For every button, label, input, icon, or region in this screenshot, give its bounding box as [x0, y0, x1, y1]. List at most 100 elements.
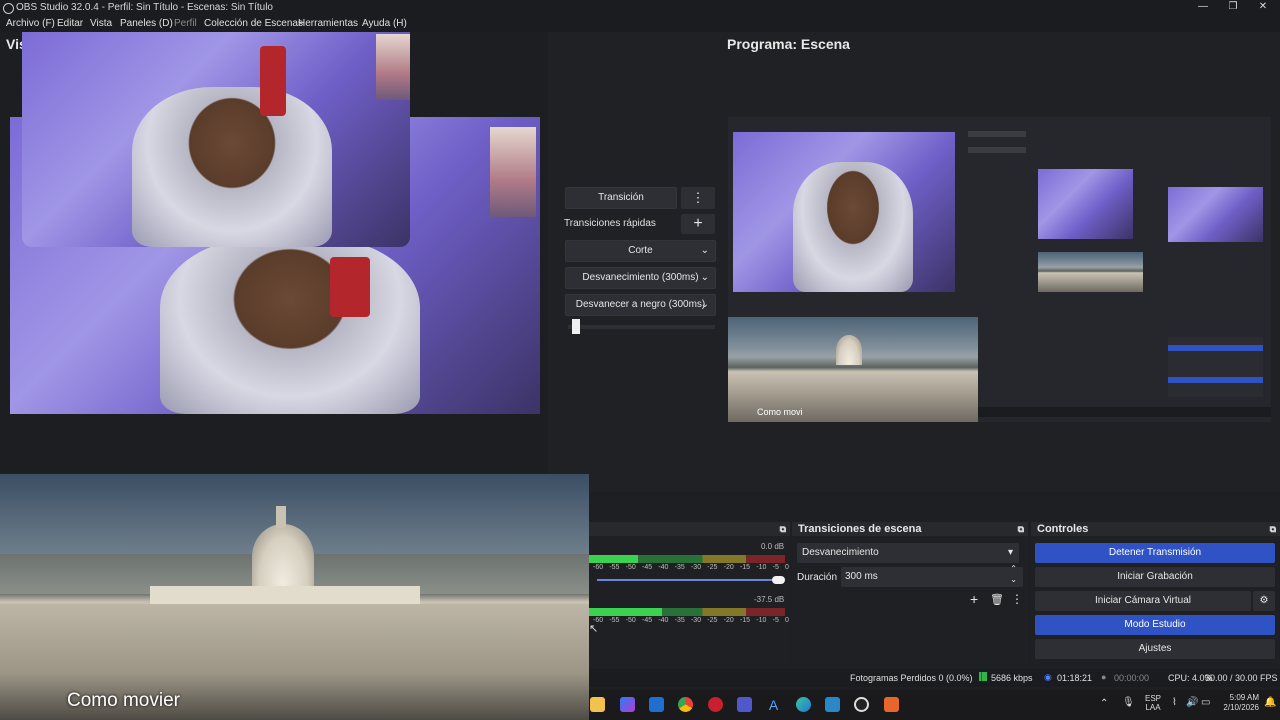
- program-pane[interactable]: Programa: Escena Como movi: [723, 32, 1280, 492]
- transition-button[interactable]: Transición: [565, 187, 677, 209]
- quick-transitions-label: Transiciones rápidas: [564, 218, 656, 229]
- wall-poster: [376, 34, 410, 100]
- minimize-button[interactable]: —: [1188, 0, 1218, 16]
- language-indicator[interactable]: ESP LAA: [1145, 694, 1161, 712]
- network-strength-icon: [979, 672, 987, 681]
- palace-dome: [252, 524, 314, 590]
- spin-down-icon[interactable]: ⌄: [1010, 574, 1017, 586]
- obs-taskbar-icon[interactable]: [854, 697, 869, 712]
- phone-object: [260, 46, 286, 116]
- menu-archivo[interactable]: Archivo (F): [6, 18, 55, 29]
- undock-icon[interactable]: ⧉: [1270, 522, 1276, 536]
- nested-palace-video: Como movi: [728, 317, 978, 422]
- wifi-icon[interactable]: ⌇: [1172, 697, 1177, 708]
- duration-input[interactable]: 300 ms ⌃ ⌄: [841, 564, 1023, 587]
- app-orange-icon[interactable]: [884, 697, 899, 712]
- menu-herramientas[interactable]: Herramientas: [298, 18, 358, 29]
- edge-icon[interactable]: [796, 697, 811, 712]
- settings-button[interactable]: Ajustes: [1035, 639, 1275, 659]
- palace-lantern: [276, 506, 286, 528]
- audio-track-1-level: [589, 555, 638, 563]
- streaming-icon: ◉: [1044, 672, 1052, 682]
- menu-bar: Archivo (F) Editar Vista Paneles (D) Per…: [0, 16, 1280, 32]
- studio-mode-button[interactable]: Modo Estudio: [1035, 615, 1275, 635]
- transition-panel: Transición ⋮ Transiciones rápidas + Cort…: [548, 32, 723, 492]
- nested-ui-bar: [968, 131, 1026, 137]
- quick-transition-fade[interactable]: Desvanecimiento (300ms) ⌄: [565, 267, 716, 289]
- maximize-button[interactable]: ❐: [1218, 0, 1248, 16]
- title-bar: OBS Studio 32.0.4 - Perfil: Sin Título -…: [0, 0, 1280, 16]
- teams-icon[interactable]: [737, 697, 752, 712]
- remote-desktop-icon[interactable]: [825, 697, 840, 712]
- program-title: Programa: Escena: [727, 36, 850, 52]
- undock-icon[interactable]: ⧉: [780, 522, 786, 536]
- audio-track-2-ticks: -60 -55 -50 -45 -40 -35 -30 -25 -20 -15 -10 -5 0: [593, 617, 789, 624]
- program-screen-capture: Como movi: [728, 117, 1271, 422]
- menu-paneles[interactable]: Paneles (D): [120, 18, 173, 29]
- more-options-icon[interactable]: ⋮: [1011, 592, 1023, 606]
- chevron-down-icon: ⌄: [700, 299, 709, 310]
- microphone-icon[interactable]: 🎙: [1122, 697, 1135, 708]
- transition-type-select[interactable]: Desvanecimiento ▾: [797, 543, 1019, 563]
- audio-track-1-volume-handle[interactable]: [772, 576, 785, 584]
- menu-vista[interactable]: Vista: [90, 18, 112, 29]
- camera-source-small[interactable]: [22, 32, 410, 247]
- trash-icon[interactable]: 🗑: [990, 593, 1004, 606]
- fps-display: 30.00 / 30.00 FPS: [1205, 673, 1278, 683]
- bitrate: 5686 kbps: [991, 673, 1033, 683]
- phone-object: [330, 257, 370, 317]
- menu-editar[interactable]: Editar: [57, 18, 83, 29]
- file-explorer-icon[interactable]: [590, 697, 605, 712]
- undock-icon[interactable]: ⧉: [1018, 522, 1024, 536]
- audio-track-1-volume-slider[interactable]: [597, 579, 783, 581]
- outlook-icon[interactable]: [649, 697, 664, 712]
- chevron-down-icon: ⌄: [700, 245, 709, 256]
- start-recording-button[interactable]: Iniciar Grabación: [1035, 567, 1275, 587]
- quick-transition-corte[interactable]: Corte ⌄: [565, 240, 716, 262]
- nested-program-preview-2: [1168, 187, 1263, 242]
- copilot-icon[interactable]: [620, 697, 635, 712]
- clock[interactable]: 5:09 AM 2/10/2026: [1221, 693, 1259, 713]
- quick-transition-fade-black[interactable]: Desvanecer a negro (300ms) ⌄: [565, 294, 716, 316]
- volume-icon[interactable]: 🔊: [1186, 697, 1198, 708]
- close-button[interactable]: ✕: [1248, 0, 1278, 16]
- menu-perfil[interactable]: Perfil: [174, 18, 197, 29]
- battery-icon[interactable]: ▭: [1201, 697, 1210, 708]
- nested-program-palace: [1038, 252, 1143, 292]
- stop-streaming-button[interactable]: Detener Transmisión: [1035, 543, 1275, 563]
- transition-menu-icon[interactable]: ⋮: [681, 187, 715, 209]
- controls-dock: Controles ⧉ Detener Transmisión Iniciar …: [1031, 522, 1280, 668]
- scene-transitions-header: Transiciones de escena ⧉: [792, 522, 1028, 536]
- notifications-icon[interactable]: 🔔: [1264, 697, 1276, 708]
- chevron-down-icon: ⌄: [700, 272, 709, 283]
- nested-program-preview: [1038, 169, 1133, 239]
- start-virtual-camera-button[interactable]: Iniciar Cámara Virtual: [1035, 591, 1251, 611]
- recording-icon: ●: [1101, 672, 1107, 682]
- video-caption: Como movier: [67, 690, 180, 711]
- nested-taskbar: [978, 407, 1271, 417]
- menu-ayuda[interactable]: Ayuda (H): [362, 18, 407, 29]
- nested-caption: Como movi: [757, 407, 803, 417]
- nested-ui-bar: [968, 147, 1026, 153]
- add-transition-icon[interactable]: +: [970, 591, 978, 607]
- person-figure: [793, 162, 913, 292]
- stream-time: 01:18:21: [1057, 673, 1093, 683]
- status-bar: Fotogramas Perdidos 0 (0.0%) 5686 kbps ◉…: [589, 669, 1280, 687]
- audio-mixer-dock: ⧉ 0.0 dB -60 -55 -50 -45 -40 -35 -30 -25 -20 -15-…: [589, 522, 790, 668]
- app-a-icon[interactable]: A: [766, 697, 781, 713]
- duration-label: Duración: [797, 572, 838, 583]
- window-title: OBS Studio 32.0.4 - Perfil: Sin Título -…: [16, 2, 273, 13]
- virtual-camera-settings-icon[interactable]: ⚙: [1253, 591, 1275, 611]
- chrome-icon[interactable]: [678, 697, 693, 712]
- menu-coleccion-escenas[interactable]: Colección de Escenas: [204, 18, 303, 29]
- controls-header: Controles ⧉: [1031, 522, 1280, 536]
- transition-slider-track[interactable]: [568, 325, 715, 329]
- mouse-cursor-icon: ↖: [589, 623, 599, 635]
- add-quick-transition-icon[interactable]: +: [681, 214, 715, 234]
- audio-track-1-ticks: -60 -55 -50 -45 -40 -35 -30 -25 -20 -15 -10 -5 0: [593, 564, 789, 571]
- vivaldi-icon[interactable]: [708, 697, 723, 712]
- tray-chevron-icon[interactable]: ⌃: [1100, 698, 1108, 709]
- audio-track-1-db: 0.0 dB: [761, 542, 785, 551]
- transition-slider-handle[interactable]: [572, 319, 580, 334]
- preview-pane[interactable]: Vis: [0, 32, 548, 472]
